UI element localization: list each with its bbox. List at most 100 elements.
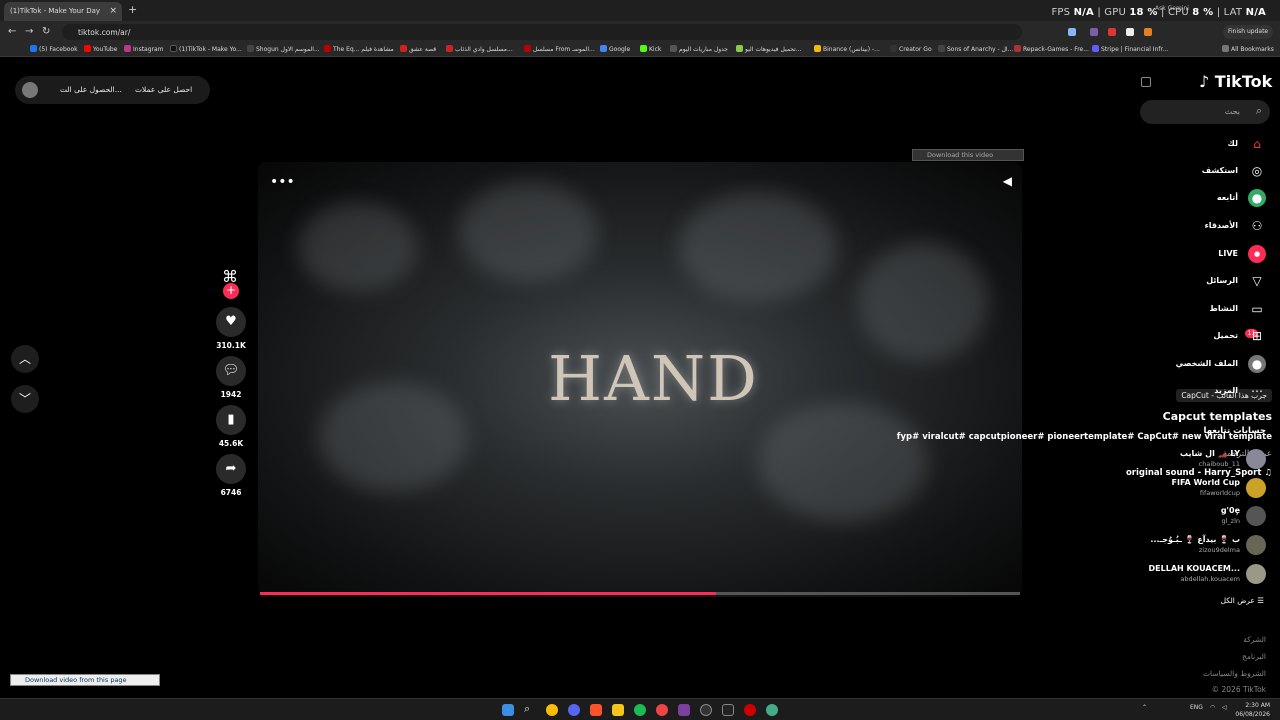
live-icon: ● [1248,245,1266,263]
bookmark-item[interactable]: Repack-Games - Fre... [1014,45,1089,53]
new-tab-button[interactable]: + [128,3,137,16]
folder-icon[interactable] [612,704,624,716]
search-icon[interactable]: ⌕ [524,702,536,715]
app-icon[interactable] [700,704,712,716]
app-icon[interactable] [678,704,690,716]
get-coins-button[interactable]: احصل على عملات [135,85,192,94]
bookmark-item[interactable]: Kick [640,45,661,53]
video-progress-bar[interactable] [260,592,1020,595]
next-video-button[interactable]: ﹀ [11,385,39,413]
bookmark-item[interactable]: Shogun الموسم الاول... [247,45,320,53]
profile-icon: ● [1248,355,1266,373]
bookmark-item[interactable]: The Eq... مشاهدة فيلم [324,45,394,53]
video-overlay-text: HAND [548,342,759,415]
footer-program-link[interactable]: البرنامج [1242,652,1266,661]
share-action[interactable]: ➦ 6746 [215,454,247,497]
followed-account[interactable]: ال شايب 🏎️ LY chaiboub_11 [1126,447,1266,471]
app-icon[interactable] [744,704,756,716]
video-player[interactable]: HAND ••• ◀︎ [258,162,1022,597]
system-clock[interactable]: 2:30 AM 06/08/2026 [1235,701,1270,719]
video-author-title[interactable]: Capcut templates [1163,410,1272,423]
comment-icon[interactable]: 💬︎ [216,356,246,386]
bookmark-item[interactable]: (5) Facebook [30,45,78,53]
browser-tab[interactable]: (1)TikTok - Make Your Day × [4,2,122,21]
finish-update-button[interactable]: Finish update [1223,25,1273,39]
bookmark-item[interactable]: جدول مباريات اليوم [670,45,728,53]
spotify-icon[interactable] [634,704,646,716]
download-video-from-page-button[interactable]: Download video from this page [10,674,160,686]
more-options-icon[interactable]: ••• [270,174,295,190]
followed-account[interactable]: DELLAH KOUACEM... abdellah.kouacem [1126,562,1266,586]
volume-icon[interactable]: ◀︎ [1003,174,1012,188]
avatar[interactable] [22,82,38,98]
nav-item-live[interactable]: LIVE ● [1146,244,1266,266]
search-input[interactable]: بحث ⌕ [1140,100,1270,124]
chrome-icon[interactable] [546,704,558,716]
followed-account[interactable]: ...ب 🍷 بيدآع 🍷 ـبُـوُجـ zizou9delma [1126,533,1266,557]
page-icon [890,45,897,52]
star-icon[interactable] [1068,28,1076,36]
bookmark-item[interactable]: YouTube [84,45,117,53]
bookmark-item[interactable]: قصة عشق [400,45,436,53]
bookmark-item[interactable]: Sons of Anarchy - ال... [938,45,1013,53]
nav-item-following[interactable]: أتابعه ● [1146,188,1266,210]
bookmark-item[interactable]: مسلسل وادي الذئاب... [446,45,513,53]
extension-icon[interactable] [1126,28,1134,36]
comment-action[interactable]: 💬︎ 1942 [215,356,247,399]
app-icon[interactable] [656,704,668,716]
discord-icon[interactable] [568,704,580,716]
tiktok-logo[interactable]: ♪ TikTok [1199,72,1272,91]
see-all-link[interactable]: عرض الكل ☰ [1221,596,1264,605]
followed-account[interactable]: FIFA World Cup fifaworldcup [1126,476,1266,500]
extension-icon[interactable] [1108,28,1116,36]
bookmark-item[interactable]: مسلسل From الموسـ... [524,45,595,53]
heart-icon[interactable]: ♥ [216,307,246,337]
volume-icon[interactable]: ◁ [1222,704,1227,711]
follow-plus-button[interactable]: + [223,283,239,299]
back-icon[interactable]: ← [8,26,16,37]
bookmark-item[interactable]: Instagram [124,45,164,53]
bookmark-item[interactable]: تحميل فيديوهات اليو... [736,45,802,53]
collapse-sidebar-icon[interactable] [1141,77,1151,87]
download-this-video-button[interactable]: Download this video [912,149,1024,161]
followed-account[interactable]: g'0ȩ gl_zln [1126,504,1266,528]
nav-item-for-you[interactable]: لك ⌂ [1146,134,1266,156]
footer-company-link[interactable]: الشركة [1243,635,1266,644]
previous-video-button[interactable]: ︿ [11,345,39,373]
wifi-icon[interactable]: ◠ [1210,704,1215,711]
save-action[interactable]: ▮ 45.6K [215,405,247,448]
nav-item-more[interactable]: المزيد ⋯ [1146,381,1266,403]
extension-icon[interactable] [1090,28,1098,36]
start-icon[interactable] [502,704,514,716]
bookmark-item[interactable]: (1)TikTok - Make Yo... [170,45,242,53]
get-app-button[interactable]: الحصول على الت... [60,85,122,94]
reload-icon[interactable]: ↻ [42,26,50,37]
bookmark-item[interactable]: Creator Go [890,45,932,53]
nav-item-explore[interactable]: استكشف ◎ [1146,161,1266,183]
chrome-icon[interactable] [766,704,778,716]
nav-item-messages[interactable]: الرسائل ▽ [1146,271,1266,293]
nav-item-friends[interactable]: الأصدقاء ⚇ [1146,216,1266,238]
url-field[interactable]: tiktok.com/ar/ [62,24,1022,40]
forward-icon[interactable]: → [25,26,33,37]
bookmark-item[interactable]: Binance (بينانس) -... [814,45,880,53]
extension-icon[interactable] [1144,28,1152,36]
comment-count: 1942 [220,390,242,399]
like-action[interactable]: ♥ 310.1K [215,307,247,350]
nav-item-profile[interactable]: الملف الشخصي ● [1146,354,1266,376]
brave-icon[interactable] [590,704,602,716]
bookmark-item[interactable]: Stripe | Financial Infr... [1092,45,1168,53]
bookmark-icon[interactable]: ▮ [216,405,246,435]
share-icon[interactable]: ➦ [216,454,246,484]
all-bookmarks[interactable]: All Bookmarks [1222,45,1274,53]
language-indicator[interactable]: ENG [1190,704,1203,711]
friends-icon: ⚇ [1251,219,1263,233]
tray-expand-icon[interactable]: ⌃ [1142,704,1147,711]
nav-item-activity[interactable]: النشاط ▭ [1146,299,1266,321]
app-icon[interactable] [722,704,734,716]
bookmark-item[interactable]: Google [600,45,630,53]
page-icon [324,45,331,52]
tab-close-icon[interactable]: × [109,6,117,16]
nav-item-upload[interactable]: تحميل ⊞ [1146,326,1266,348]
footer-terms-link[interactable]: الشروط والسياسات [1203,669,1266,678]
